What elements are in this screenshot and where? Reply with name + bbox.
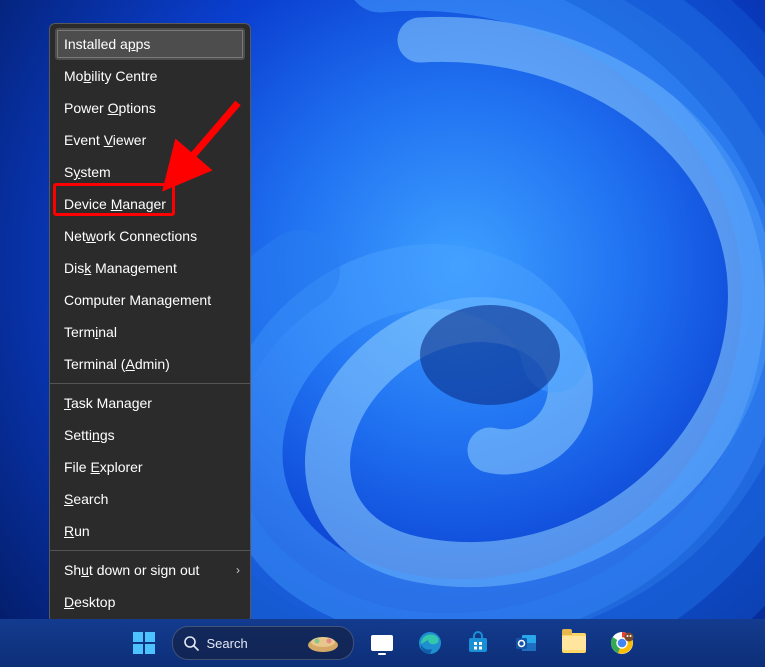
menu-item-computer-management[interactable]: Computer Management xyxy=(50,284,250,316)
desktop[interactable]: Installed appsMobility CentrePower Optio… xyxy=(0,0,765,667)
task-view-button[interactable] xyxy=(362,623,402,663)
chrome-app-icon[interactable] xyxy=(602,623,642,663)
menu-item-shut-down-or-sign-out[interactable]: Shut down or sign out› xyxy=(50,554,250,586)
menu-item-terminal[interactable]: Terminal xyxy=(50,316,250,348)
edge-app-icon[interactable] xyxy=(410,623,450,663)
start-button[interactable] xyxy=(124,623,164,663)
store-app-icon[interactable] xyxy=(458,623,498,663)
menu-item-network-connections[interactable]: Network Connections xyxy=(50,220,250,252)
taskbar-search[interactable]: Search xyxy=(172,626,354,660)
search-icon xyxy=(183,635,199,651)
menu-item-task-manager[interactable]: Task Manager xyxy=(50,387,250,419)
outlook-app-icon[interactable] xyxy=(506,623,546,663)
menu-item-file-explorer[interactable]: File Explorer xyxy=(50,451,250,483)
menu-separator xyxy=(50,550,250,551)
bing-widget-icon xyxy=(303,631,343,655)
taskbar: Search xyxy=(0,619,765,667)
submenu-chevron-right-icon: › xyxy=(236,561,240,579)
annotation-red-arrow xyxy=(160,95,250,195)
menu-item-terminal-admin[interactable]: Terminal (Admin) xyxy=(50,348,250,380)
menu-separator xyxy=(50,383,250,384)
file-explorer-app-icon[interactable] xyxy=(554,623,594,663)
taskbar-center: Search xyxy=(124,623,642,663)
menu-item-mobility-centre[interactable]: Mobility Centre xyxy=(50,60,250,92)
folder-icon xyxy=(562,633,586,653)
menu-item-search[interactable]: Search xyxy=(50,483,250,515)
menu-item-disk-management[interactable]: Disk Management xyxy=(50,252,250,284)
menu-item-installed-apps[interactable]: Installed apps xyxy=(55,28,245,60)
taskbar-search-placeholder: Search xyxy=(207,636,248,651)
menu-item-desktop[interactable]: Desktop xyxy=(50,586,250,618)
taskview-icon xyxy=(371,635,393,651)
menu-item-run[interactable]: Run xyxy=(50,515,250,547)
menu-item-settings[interactable]: Settings xyxy=(50,419,250,451)
